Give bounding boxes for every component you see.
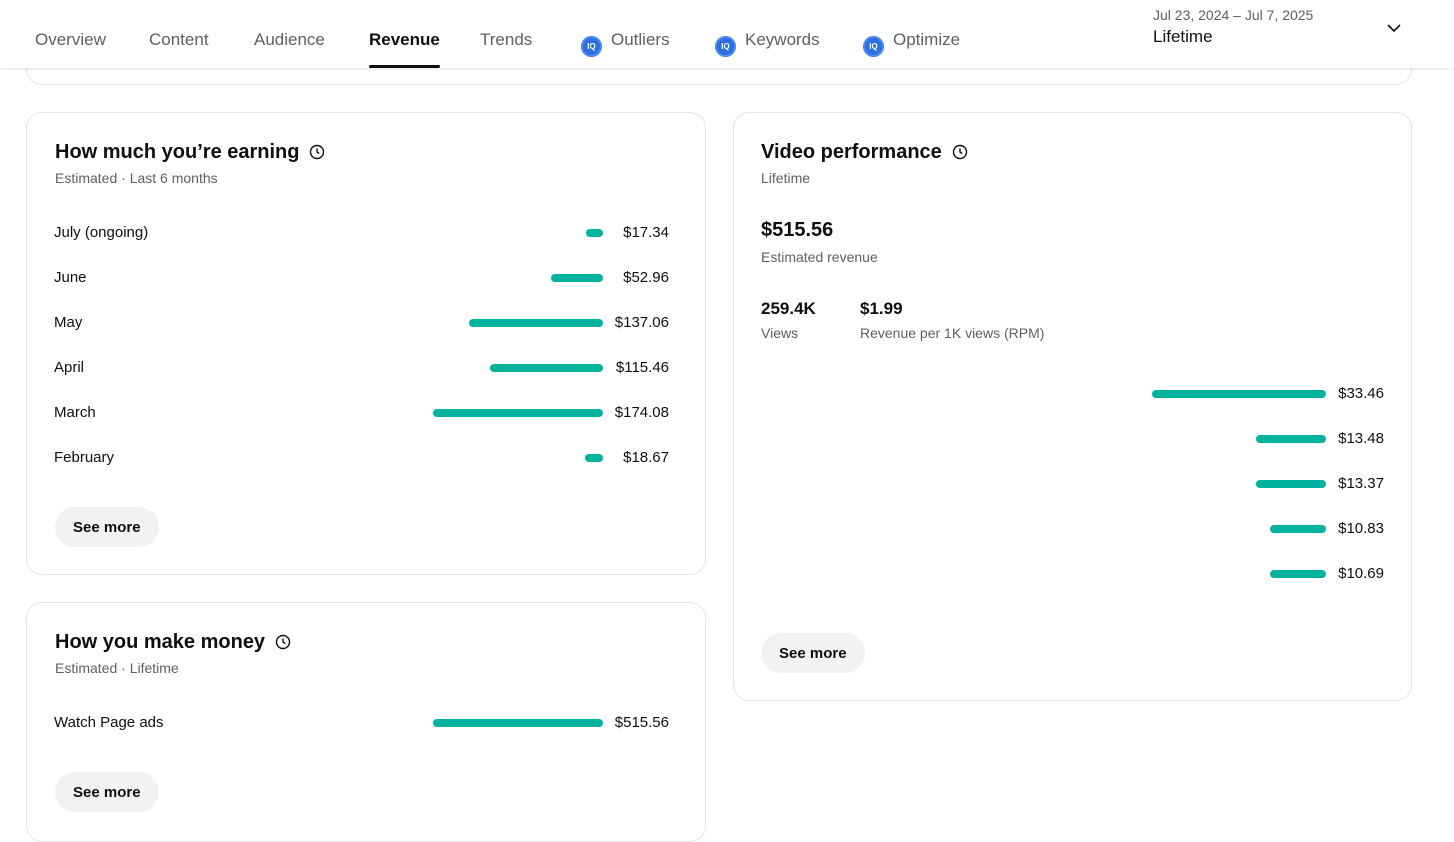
video-row-value: $33.46	[1338, 385, 1384, 402]
earning-row-label: April	[54, 359, 85, 376]
earning-row-label: February	[54, 449, 115, 466]
earning-row-label: June	[54, 269, 87, 286]
video-performance-title-wrap: Video performance	[761, 141, 968, 164]
earning-row-value: $17.34	[623, 224, 669, 241]
earning-subtitle: Estimated · Last 6 months	[55, 170, 218, 186]
earning-card: How much you’re earning Estimated · Last…	[26, 112, 706, 575]
rpm-label: Revenue per 1K views (RPM)	[860, 325, 1045, 341]
estimated-revenue-label: Estimated revenue	[761, 249, 878, 265]
earning-see-more-button[interactable]: See more	[55, 507, 159, 547]
earning-bar	[433, 409, 603, 417]
make-money-see-more-button[interactable]: See more	[55, 772, 159, 812]
views-value: 259.4K	[761, 299, 816, 318]
earning-row-value: $174.08	[614, 404, 669, 421]
tab-outliers-label: Outliers	[611, 30, 670, 49]
estimated-revenue-value: $515.56	[761, 219, 834, 241]
video-row-value: $10.69	[1338, 565, 1384, 582]
clock-icon[interactable]	[309, 144, 325, 160]
earning-bar	[469, 319, 603, 327]
video-performance-card: Video performance Lifetime $515.56 Estim…	[733, 112, 1412, 701]
tab-keywords[interactable]: IQ Keywords	[715, 30, 820, 68]
tab-keywords-label: Keywords	[745, 30, 820, 49]
clock-icon[interactable]	[952, 144, 968, 160]
earning-bar	[490, 364, 603, 372]
video-performance-subtitle: Lifetime	[761, 170, 811, 186]
iq-icon: IQ	[715, 36, 736, 57]
money-row-value: $515.56	[614, 714, 669, 731]
date-range-text[interactable]: Jul 23, 2024 – Jul 7, 2025	[1153, 7, 1313, 23]
video-bar	[1152, 390, 1326, 398]
top-nav-bar: Overview Content Audience Revenue Trends…	[0, 0, 1454, 68]
views-label: Views	[761, 325, 799, 341]
tab-optimize-label: Optimize	[893, 30, 961, 49]
earning-row-label: July (ongoing)	[54, 224, 149, 241]
make-money-title: How you make money	[55, 631, 266, 653]
earning-row-value: $137.06	[614, 314, 669, 331]
make-money-card: How you make money Estimated · Lifetime …	[26, 602, 706, 842]
earning-row-label: May	[54, 314, 83, 331]
date-period-label[interactable]: Lifetime	[1153, 27, 1213, 47]
tab-content[interactable]: Content	[149, 30, 209, 68]
chevron-down-icon[interactable]	[1386, 20, 1402, 36]
earning-row-value: $18.67	[623, 449, 669, 466]
earning-row-value: $52.96	[623, 269, 669, 286]
iq-icon: IQ	[863, 36, 884, 57]
make-money-subtitle: Estimated · Lifetime	[55, 660, 179, 676]
earning-row-label: March	[54, 404, 96, 421]
tab-outliers[interactable]: IQ Outliers	[581, 30, 670, 68]
earning-title: How much you’re earning	[55, 141, 300, 163]
tab-audience[interactable]: Audience	[254, 30, 325, 68]
clock-icon[interactable]	[275, 634, 291, 650]
video-performance-title: Video performance	[761, 141, 942, 163]
money-bar	[433, 719, 603, 727]
tab-revenue[interactable]: Revenue	[369, 30, 440, 68]
earning-row-value: $115.46	[615, 359, 669, 376]
video-row-value: $13.48	[1338, 430, 1384, 447]
tab-trends[interactable]: Trends	[480, 30, 532, 68]
video-row-value: $13.37	[1338, 475, 1384, 492]
tab-overview[interactable]: Overview	[35, 30, 106, 68]
tab-optimize[interactable]: IQ Optimize	[863, 30, 960, 68]
rpm-value: $1.99	[860, 299, 903, 318]
money-row-label: Watch Page ads	[54, 714, 164, 731]
video-see-more-button[interactable]: See more	[761, 633, 865, 673]
make-money-title-wrap: How you make money	[55, 631, 291, 654]
iq-icon: IQ	[581, 36, 602, 57]
video-row-value: $10.83	[1338, 520, 1384, 537]
earning-title-wrap: How much you’re earning	[55, 141, 325, 164]
